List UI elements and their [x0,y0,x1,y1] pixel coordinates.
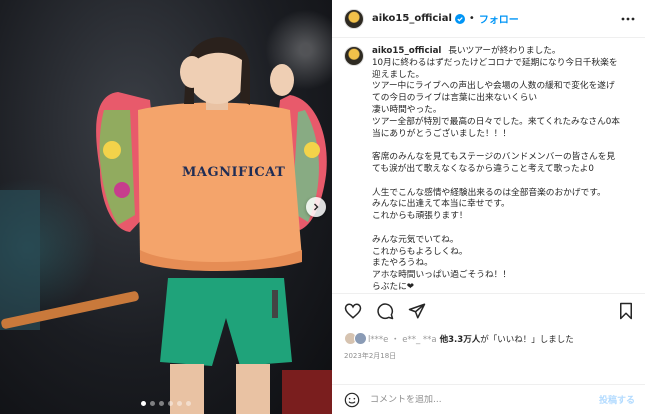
caption-line: 迎えました。 [372,69,425,80]
comment-button[interactable] [376,302,394,320]
caption-line: 客席のみんなを見てもステージのバンドメンバーの皆さんを見 [372,152,616,163]
shirt-print: MAGNIFICAT [182,165,286,180]
slide-dot[interactable] [141,401,146,406]
more-dots-icon [621,17,635,20]
caption-line: これからもよろしくね。 [372,246,468,257]
post-comment-button[interactable]: 投稿する [599,393,635,406]
slide-dot[interactable] [186,401,191,406]
paper-plane-icon [408,303,426,319]
likes-suffix: が「いいね！」しました [480,334,574,345]
post-side-panel: aiko15_official • フォロー aiko15_official 長… [332,0,645,414]
caption-avatar[interactable] [344,46,364,66]
liker-avatar[interactable] [354,332,367,345]
verified-badge-icon [454,13,465,24]
caption-line: ツアー中にライブへの声出しや会場の人数の緩和で変化を遂げ [372,81,615,92]
post-date[interactable]: 2023年2月18日 [344,351,635,361]
caption-line: ツアー全部が特別で最高の日々でした。来てくれたみなさん0本 [372,116,620,127]
header-separator: • [468,13,475,24]
follow-button[interactable]: フォロー [479,11,519,26]
comment-bar: 投稿する [332,384,645,414]
comment-icon [377,303,394,320]
caption-area: aiko15_official 長いツアーが終わりました。 10月に終わるはずだっ… [332,38,645,293]
caption-text: aiko15_official 長いツアーが終わりました。 10月に終わるはずだっ… [372,46,620,293]
emoji-button[interactable] [344,392,360,408]
caption-line: ての今日のライブは言葉に出来ないくらい [372,93,538,104]
caption-line: アホな時間いっぱい過ごそうね！！ [372,270,511,281]
caption-line: ても涙が出て歌えなくなるから違うこと考えて歌ったよ0 [372,163,594,174]
caption-line: 10月に終わるはずだったけどコロナで延期になり今日千秋楽を [372,57,618,68]
liker-names[interactable]: l***e ・ e**_ **a [368,333,437,345]
likes-count[interactable]: 他3.3万人 [440,333,481,345]
share-button[interactable] [408,302,426,320]
next-slide-button[interactable] [306,197,326,217]
more-options-button[interactable] [621,17,635,21]
caption-username[interactable]: aiko15_official [372,46,441,56]
header-username[interactable]: aiko15_official [372,13,452,24]
caption-line: これからも頑張ります！ [372,211,468,222]
bookmark-icon [620,302,632,320]
caption-line: 人生でこんな感情や経験出来るのは全部音楽のおかげです。 [372,187,606,198]
comment-input[interactable] [370,394,599,405]
instagram-post: MAGNIFICAT aiko15_official • フォロー aiko15… [0,0,645,414]
heart-icon [344,303,362,319]
post-header: aiko15_official • フォロー [332,0,645,38]
like-button[interactable] [344,302,362,320]
caption-line: みんな元気でいてね。 [372,234,459,245]
slide-dot[interactable] [159,401,164,406]
slide-dot[interactable] [168,401,173,406]
save-button[interactable] [617,302,635,320]
slide-dot[interactable] [150,401,155,406]
performer-illustration [0,37,332,414]
likes-summary: l***e ・ e**_ **a 他3.3万人 が「いいね！」しました [344,332,635,345]
caption-line: またやろうね。 [372,258,433,269]
avatar[interactable] [344,8,364,29]
chevron-right-icon [314,203,319,211]
slide-indicator [0,401,332,406]
caption-line: 当にありがとうございました！！！ [372,128,511,139]
liker-avatars [344,332,367,345]
action-bar [344,300,635,322]
caption-line: みんなに出逢えて本当に幸せです。 [372,199,510,210]
smiley-icon [344,392,360,407]
post-photo[interactable]: MAGNIFICAT [0,0,332,414]
slide-dot[interactable] [177,401,182,406]
caption-line: 凄い時間やった。 [372,104,442,115]
caption-line: 長いツアーが終わりました。 [448,46,561,56]
caption-line: らぶたに❤ [372,281,415,292]
actions-area: l***e ・ e**_ **a 他3.3万人 が「いいね！」しました 2023… [332,293,645,414]
